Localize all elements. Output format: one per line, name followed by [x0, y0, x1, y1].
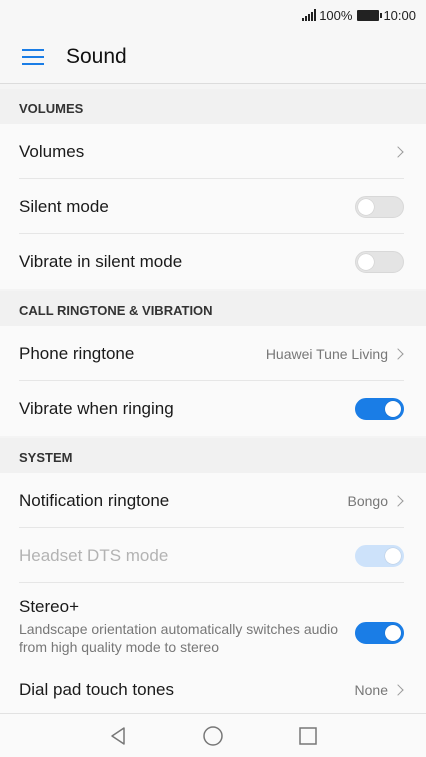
section-system: SYSTEM — [0, 438, 426, 476]
vibrate-silent-toggle[interactable] — [355, 250, 404, 273]
menu-icon[interactable] — [22, 48, 44, 65]
headset-dts-label: Headset DTS mode — [19, 545, 169, 565]
recents-icon[interactable] — [261, 726, 356, 746]
chevron-right-icon — [392, 347, 404, 360]
vibrate-silent-row[interactable]: Vibrate in silent mode — [0, 234, 426, 289]
dial-pad-label: Dial pad touch tones — [19, 680, 174, 699]
chevron-right-icon — [392, 494, 404, 507]
phone-ringtone-label: Phone ringtone — [19, 343, 135, 363]
headset-dts-toggle — [355, 544, 404, 567]
headset-dts-row: Headset DTS mode — [0, 528, 426, 583]
signal-icon — [301, 9, 317, 21]
notification-ringtone-value: Bongo — [347, 492, 388, 509]
app-bar: Sound — [0, 30, 426, 84]
silent-mode-row[interactable]: Silent mode — [0, 179, 426, 234]
chevron-right-icon — [392, 684, 404, 696]
vibrate-ringing-toggle[interactable] — [355, 397, 404, 420]
status-bar: 100% 10:00 — [0, 0, 426, 30]
navigation-bar — [0, 713, 426, 757]
dial-pad-value: None — [354, 682, 388, 698]
vibrate-ringing-label: Vibrate when ringing — [19, 398, 174, 418]
stereo-label: Stereo+ — [19, 597, 80, 616]
battery-percent: 100% — [319, 7, 353, 23]
stereo-toggle[interactable] — [355, 622, 404, 644]
silent-mode-label: Silent mode — [19, 196, 109, 216]
notification-ringtone-row[interactable]: Notification ringtone Bongo — [0, 473, 426, 528]
clock: 10:00 — [383, 7, 416, 23]
page-title: Sound — [66, 44, 127, 68]
silent-mode-toggle[interactable] — [355, 195, 404, 218]
notification-ringtone-label: Notification ringtone — [19, 490, 170, 510]
volumes-label: Volumes — [19, 141, 85, 161]
chevron-right-icon — [392, 145, 404, 158]
vibrate-ringing-row[interactable]: Vibrate when ringing — [0, 381, 426, 436]
battery-icon — [357, 9, 383, 21]
home-icon[interactable] — [166, 725, 261, 747]
back-icon[interactable] — [71, 726, 166, 746]
vibrate-silent-label: Vibrate in silent mode — [19, 251, 183, 271]
section-call-ringtone: CALL RINGTONE & VIBRATION — [0, 291, 426, 329]
phone-ringtone-row[interactable]: Phone ringtone Huawei Tune Living — [0, 326, 426, 381]
stereo-description: Landscape orientation automatically swit… — [19, 621, 339, 655]
section-volumes: VOLUMES — [0, 89, 426, 127]
phone-ringtone-value: Huawei Tune Living — [265, 345, 388, 362]
dial-pad-row[interactable]: Dial pad touch tones None — [0, 667, 426, 713]
stereo-row[interactable]: Stereo+ Landscape orientation automatica… — [0, 583, 426, 669]
volumes-row[interactable]: Volumes — [0, 124, 426, 179]
